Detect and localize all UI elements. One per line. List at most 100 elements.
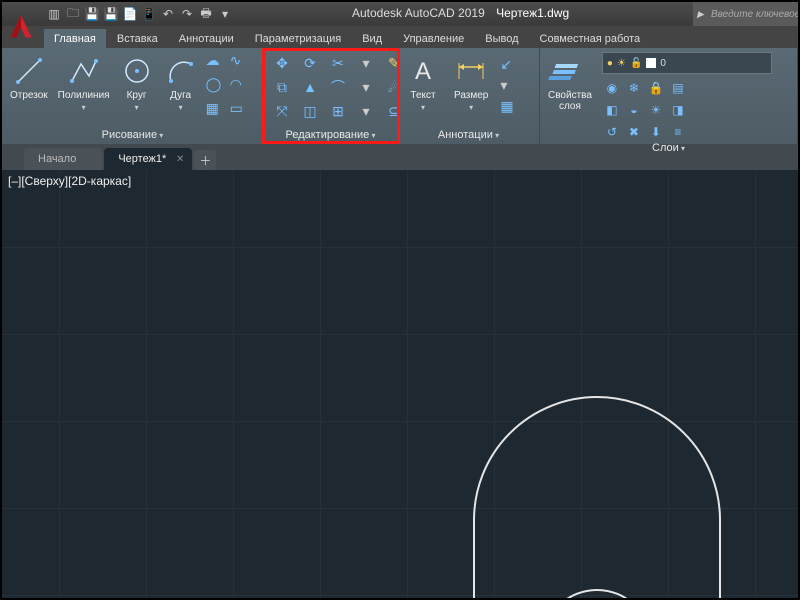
- panel-draw-title[interactable]: Рисование: [102, 129, 164, 141]
- dimension-button[interactable]: Размер ▾: [452, 52, 490, 114]
- layer-properties-button[interactable]: Свойства слоя: [546, 52, 594, 114]
- annot-dd-icon[interactable]: ▾: [500, 77, 513, 94]
- panel-edit: ✥ ⟳ ✂ ▾ ✎ ⧉ ▲ ⌒ ▾ ☄ ⤧ ◫ ⊞ ▾ ⊆ Редактир: [264, 48, 398, 144]
- tab-parametric[interactable]: Параметризация: [245, 29, 351, 48]
- drawing-canvas[interactable]: [–][Сверху][2D-каркас]: [2, 170, 798, 598]
- fillet-dd-icon[interactable]: ▾: [354, 76, 378, 98]
- panel-layers-title[interactable]: Слои: [652, 142, 685, 154]
- panel-draw: Отрезок Полилиния ▾ Круг ▾ Дуга ▾: [2, 48, 264, 144]
- layer-walk-icon[interactable]: ≡: [668, 122, 688, 142]
- doctab-start[interactable]: Начало: [24, 148, 102, 170]
- move-icon[interactable]: ✥: [270, 52, 294, 74]
- sun-icon: ☀: [617, 58, 626, 69]
- doctab-active[interactable]: Чертеж1* ✕: [104, 148, 192, 170]
- line-icon: [12, 54, 46, 88]
- mobile-icon[interactable]: 📱: [141, 6, 157, 22]
- lock-icon: 🔓: [630, 58, 642, 69]
- app-name: Autodesk AutoCAD 2019: [352, 6, 485, 20]
- array-icon[interactable]: ⊞: [326, 100, 350, 122]
- layer-prev-icon[interactable]: ↺: [602, 122, 622, 142]
- tab-insert[interactable]: Вставка: [107, 29, 168, 48]
- chevron-down-icon: ▾: [179, 103, 183, 112]
- viewport-label[interactable]: [–][Сверху][2D-каркас]: [8, 174, 131, 188]
- panel-annot-title[interactable]: Аннотации: [438, 129, 499, 141]
- circle-label: Круг: [127, 90, 147, 101]
- mirror-icon[interactable]: ▲: [298, 76, 322, 98]
- fillet-icon[interactable]: ⌒: [326, 76, 350, 98]
- quick-access-toolbar: ▥ 🗀 💾 💾 📄 📱 ↶ ↷ 🖶 ▾ Autodesk AutoCAD 201…: [2, 2, 798, 26]
- hatch-icon[interactable]: ▦: [206, 100, 228, 122]
- line-label: Отрезок: [10, 90, 48, 101]
- add-tab-button[interactable]: ＋: [194, 150, 216, 170]
- tab-annotations[interactable]: Аннотации: [169, 29, 244, 48]
- tab-output[interactable]: Вывод: [475, 29, 528, 48]
- layer-del-icon[interactable]: ✖: [624, 122, 644, 142]
- doctab-active-label: Чертеж1*: [118, 153, 166, 165]
- drawing-shape: [422, 350, 772, 598]
- leader-icon[interactable]: ↙: [500, 56, 513, 73]
- tab-home[interactable]: Главная: [44, 29, 106, 48]
- scale-icon[interactable]: ◫: [298, 100, 322, 122]
- layer-merge-icon[interactable]: ⬇: [646, 122, 666, 142]
- undo-icon[interactable]: ↶: [160, 6, 176, 22]
- tab-manage[interactable]: Управление: [393, 29, 474, 48]
- polyline-label: Полилиния: [58, 90, 110, 101]
- save-icon[interactable]: 💾: [84, 6, 100, 22]
- line-button[interactable]: Отрезок: [8, 52, 50, 103]
- arc-button[interactable]: Дуга ▾: [162, 52, 200, 114]
- chevron-down-icon: ▾: [469, 103, 473, 112]
- layer-dropdown[interactable]: ● ☀ 🔓 0: [602, 52, 772, 74]
- layer-current-name: 0: [660, 58, 666, 69]
- saveas-icon[interactable]: 💾: [103, 6, 119, 22]
- tab-collab[interactable]: Совместная работа: [530, 29, 651, 48]
- ribbon-tabs: Главная Вставка Аннотации Параметризация…: [2, 26, 798, 48]
- app-logo[interactable]: [6, 12, 36, 42]
- polyline-icon: [67, 54, 101, 88]
- layer-iso-icon[interactable]: ◧: [602, 100, 622, 120]
- panel-annotations: A Текст ▾ Размер ▾ ↙ ▾ ▦ Аннотации: [398, 48, 540, 144]
- spline-icon[interactable]: ∿: [230, 52, 252, 74]
- search-input[interactable]: Введите ключевое сло: [693, 2, 798, 26]
- print-icon[interactable]: 🖶: [198, 6, 214, 22]
- ellipse-arc-icon[interactable]: ◠: [230, 76, 252, 98]
- chevron-down-icon: ▾: [421, 103, 425, 112]
- layer-lock-icon[interactable]: 🔒: [646, 78, 666, 98]
- layer-uniso-icon[interactable]: ◨: [668, 100, 688, 120]
- text-button[interactable]: A Текст ▾: [404, 52, 442, 114]
- layer-match-icon[interactable]: ▤: [668, 78, 688, 98]
- circle-button[interactable]: Круг ▾: [118, 52, 156, 114]
- circle-icon: [120, 54, 154, 88]
- copy-icon[interactable]: ⧉: [270, 76, 294, 98]
- polyline-button[interactable]: Полилиния ▾: [56, 52, 112, 114]
- layer-thaw-icon[interactable]: ☀: [646, 100, 666, 120]
- tab-view[interactable]: Вид: [352, 29, 392, 48]
- trim-icon[interactable]: ✂: [326, 52, 350, 74]
- text-label: Текст: [410, 90, 435, 101]
- open-icon[interactable]: 🗀: [65, 6, 81, 22]
- svg-text:A: A: [415, 58, 431, 85]
- chevron-down-icon[interactable]: ▾: [217, 6, 233, 22]
- arc-label: Дуга: [170, 90, 191, 101]
- rect-icon[interactable]: ▭: [230, 100, 252, 122]
- rotate-icon[interactable]: ⟳: [298, 52, 322, 74]
- bulb-icon: ●: [607, 58, 613, 69]
- new-icon[interactable]: ▥: [46, 6, 62, 22]
- dimension-icon: [454, 54, 488, 88]
- stretch-icon[interactable]: ⤧: [270, 100, 294, 122]
- panel-edit-title[interactable]: Редактирование: [285, 129, 375, 141]
- file-name: Чертеж1.dwg: [496, 6, 569, 20]
- redo-icon[interactable]: ↷: [179, 6, 195, 22]
- layer-off-icon[interactable]: ◉: [602, 78, 622, 98]
- array-dd-icon[interactable]: ▾: [354, 100, 378, 122]
- ellipse-icon[interactable]: ◯: [206, 76, 228, 98]
- layer-on-icon[interactable]: ◒: [624, 100, 644, 120]
- plot-icon[interactable]: 📄: [122, 6, 138, 22]
- close-icon[interactable]: ✕: [176, 154, 184, 165]
- layer-properties-icon: [553, 54, 587, 88]
- table-icon[interactable]: ▦: [500, 98, 513, 115]
- rev-cloud-icon[interactable]: ☁: [206, 52, 228, 74]
- layer-freeze-icon[interactable]: ❄: [624, 78, 644, 98]
- chevron-down-icon: ▾: [135, 103, 139, 112]
- trim-dd-icon[interactable]: ▾: [354, 52, 378, 74]
- title-bar: Autodesk AutoCAD 2019 Чертеж1.dwg: [352, 6, 569, 20]
